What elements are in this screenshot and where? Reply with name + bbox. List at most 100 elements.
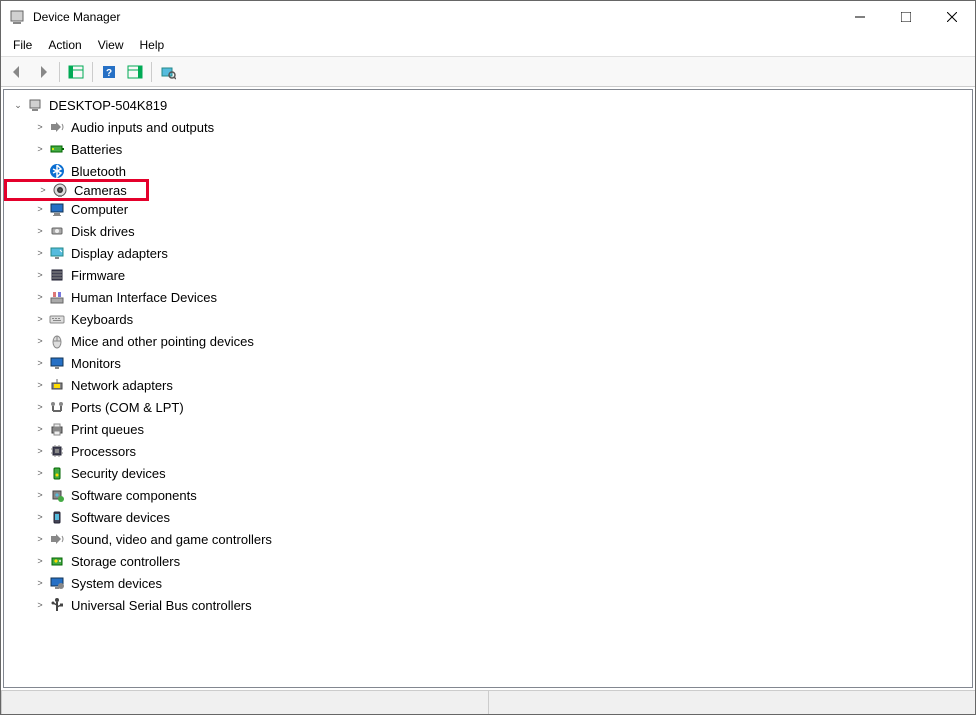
tree-category-label: Disk drives — [71, 224, 135, 239]
expand-icon[interactable]: > — [34, 599, 46, 611]
help-button[interactable]: ? — [97, 60, 121, 84]
expand-icon[interactable]: > — [34, 467, 46, 479]
expand-icon[interactable]: > — [34, 423, 46, 435]
tree-category-node[interactable]: >Processors — [4, 440, 972, 462]
expand-icon[interactable]: > — [34, 203, 46, 215]
expand-icon[interactable]: > — [34, 225, 46, 237]
sound-icon — [49, 531, 65, 547]
tree-category-node[interactable]: >Security devices — [4, 462, 972, 484]
window-title: Device Manager — [33, 10, 837, 24]
tree-category-node[interactable]: Bluetooth — [4, 160, 972, 182]
expand-icon[interactable]: > — [34, 533, 46, 545]
expand-icon[interactable]: > — [34, 291, 46, 303]
tree-category-node[interactable]: > Universal Serial Bus controllers — [4, 594, 972, 616]
computer-icon — [49, 201, 65, 217]
printer-icon — [49, 421, 65, 437]
minimize-button[interactable] — [837, 1, 883, 33]
tree-category-label: Print queues — [71, 422, 144, 437]
tree-category-node[interactable]: > Print queues — [4, 418, 972, 440]
expand-icon[interactable]: > — [34, 335, 46, 347]
maximize-button[interactable] — [883, 1, 929, 33]
storage-icon — [49, 553, 65, 569]
battery-icon — [49, 141, 65, 157]
tree-category-label: Software devices — [71, 510, 170, 525]
cpu-icon — [49, 443, 65, 459]
menu-action[interactable]: Action — [40, 35, 89, 55]
tree-category-node[interactable]: >Display adapters — [4, 242, 972, 264]
tree-category-label: Bluetooth — [71, 164, 126, 179]
tree-category-node[interactable]: > Computer — [4, 198, 972, 220]
mouse-icon — [49, 333, 65, 349]
scan-hardware-button[interactable] — [156, 60, 180, 84]
window-controls — [837, 1, 975, 33]
bluetooth-icon — [49, 163, 65, 179]
tree-category-label: Ports (COM & LPT) — [71, 400, 184, 415]
expand-icon[interactable]: > — [34, 121, 46, 133]
tree-category-node[interactable]: > Software devices — [4, 506, 972, 528]
tree-category-node[interactable]: >Audio inputs and outputs — [4, 116, 972, 138]
tree-root-node[interactable]: ⌄ DESKTOP-504K819 — [4, 94, 972, 116]
expand-icon[interactable]: > — [34, 269, 46, 281]
expand-icon[interactable]: > — [34, 555, 46, 567]
usb-icon — [49, 597, 65, 613]
tree-category-node[interactable]: > Disk drives — [4, 220, 972, 242]
device-manager-window: Device Manager File Action View Help — [0, 0, 976, 715]
tree-category-node[interactable]: >Batteries — [4, 138, 972, 160]
statusbar-left — [1, 691, 488, 714]
close-button[interactable] — [929, 1, 975, 33]
device-tree[interactable]: ⌄ DESKTOP-504K819 >Audio inputs and outp… — [3, 89, 973, 688]
properties-button[interactable] — [123, 60, 147, 84]
tree-category-label: Cameras — [74, 183, 127, 198]
menu-file[interactable]: File — [5, 35, 40, 55]
tree-category-node[interactable]: > Ports (COM & LPT) — [4, 396, 972, 418]
tree-category-label: Network adapters — [71, 378, 173, 393]
tree-category-label: Keyboards — [71, 312, 133, 327]
tree-category-node[interactable]: > System devices — [4, 572, 972, 594]
security-icon — [49, 465, 65, 481]
port-icon — [49, 399, 65, 415]
app-icon — [9, 9, 25, 25]
keyboard-icon — [49, 311, 65, 327]
audio-icon — [49, 119, 65, 135]
tree-category-label: Computer — [71, 202, 128, 217]
expand-icon[interactable]: > — [34, 577, 46, 589]
statusbar — [1, 690, 975, 714]
collapse-icon[interactable]: ⌄ — [12, 99, 24, 111]
expand-icon[interactable] — [34, 165, 46, 177]
tree-category-node[interactable]: > Keyboards — [4, 308, 972, 330]
menubar: File Action View Help — [1, 33, 975, 57]
expand-icon[interactable]: > — [34, 143, 46, 155]
svg-text:?: ? — [106, 68, 112, 79]
tree-category-node[interactable]: > Network adapters — [4, 374, 972, 396]
expand-icon[interactable]: > — [34, 511, 46, 523]
show-hide-console-button[interactable] — [64, 60, 88, 84]
tree-category-node[interactable]: >Human Interface Devices — [4, 286, 972, 308]
expand-icon[interactable]: > — [34, 357, 46, 369]
tree-category-node[interactable]: >Storage controllers — [4, 550, 972, 572]
tree-category-node[interactable]: >Firmware — [4, 264, 972, 286]
tree-category-node[interactable]: >Mice and other pointing devices — [4, 330, 972, 352]
tree-category-label: Universal Serial Bus controllers — [71, 598, 252, 613]
forward-button[interactable] — [31, 60, 55, 84]
expand-icon[interactable]: > — [34, 379, 46, 391]
expand-icon[interactable]: > — [34, 445, 46, 457]
computer-root-icon — [27, 97, 43, 113]
menu-help[interactable]: Help — [132, 35, 173, 55]
expand-icon[interactable]: > — [37, 184, 49, 196]
tree-category-node[interactable]: > Software components — [4, 484, 972, 506]
tree-category-label: System devices — [71, 576, 162, 591]
titlebar: Device Manager — [1, 1, 975, 33]
software-dev-icon — [49, 509, 65, 525]
tree-category-node[interactable]: >Monitors — [4, 352, 972, 374]
expand-icon[interactable]: > — [34, 247, 46, 259]
menu-view[interactable]: View — [90, 35, 132, 55]
toolbar-separator — [59, 62, 60, 82]
toolbar-separator — [151, 62, 152, 82]
back-button[interactable] — [5, 60, 29, 84]
expand-icon[interactable]: > — [34, 313, 46, 325]
tree-category-label: Software components — [71, 488, 197, 503]
expand-icon[interactable]: > — [34, 489, 46, 501]
expand-icon[interactable]: > — [34, 401, 46, 413]
tree-category-node[interactable]: > Sound, video and game controllers — [4, 528, 972, 550]
tree-category-label: Sound, video and game controllers — [71, 532, 272, 547]
